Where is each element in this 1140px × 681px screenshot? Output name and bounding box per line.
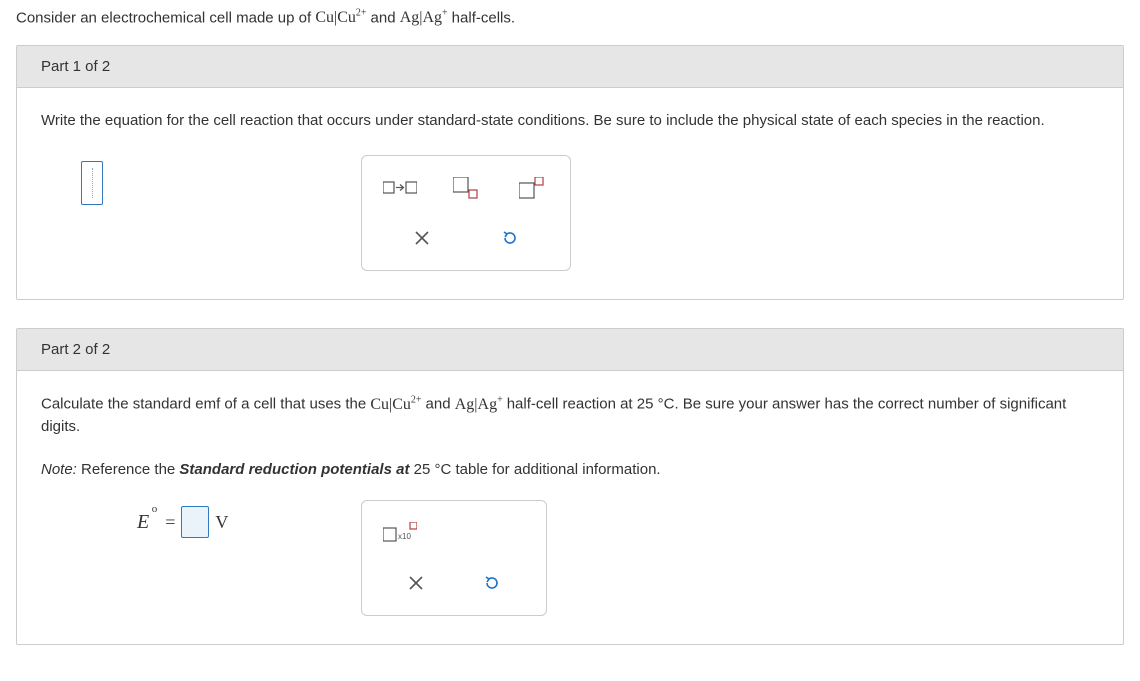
part-1-panel: Part 1 of 2 Write the equation for the c… [16,45,1124,300]
scientific-notation-icon: x10 [383,522,417,544]
subscript-icon [453,177,479,199]
symbol-palette [361,155,571,271]
part-2-answer-area: E o = V [41,500,361,538]
yields-arrow-button[interactable] [378,170,422,206]
intro-halfcell-ag: Ag|Ag+ [400,9,452,26]
equals-sign: = [165,512,175,533]
part-2-answer-row: E o = V x10 [41,500,1099,616]
p2-halfcell-cu: Cu|Cu2+ [370,396,425,413]
part-2-body: Calculate the standard emf of a cell tha… [17,371,1123,644]
emf-input[interactable] [181,506,209,538]
intro-suffix: half-cells. [452,9,515,26]
reset-button[interactable] [472,220,548,256]
emf-variable: E o [137,511,149,534]
part-2-panel: Part 2 of 2 Calculate the standard emf o… [16,328,1124,645]
palette-action-row [378,220,554,256]
clear-button-2[interactable] [378,565,454,601]
part-2-note: Note: Reference the Standard reduction p… [41,461,1099,478]
part-2-header: Part 2 of 2 [17,329,1123,371]
superscript-button[interactable] [510,170,554,206]
symbol-palette-2: x10 [361,500,547,616]
svg-text:x10: x10 [398,532,411,541]
part-1-header: Part 1 of 2 [17,46,1123,88]
close-icon [408,575,424,591]
palette-symbol-row-2: x10 [378,515,530,551]
part-1-answer-area [41,155,361,205]
part-1-answer-row [41,155,1099,271]
emf-unit: V [215,512,228,533]
equation-input[interactable] [81,161,103,205]
question-intro: Consider an electrochemical cell made up… [16,8,1124,27]
part-2-prompt: Calculate the standard emf of a cell tha… [41,393,1099,437]
reset-icon [501,229,519,247]
reset-icon [483,574,501,592]
reset-button-2[interactable] [454,565,530,601]
clear-button[interactable] [384,220,460,256]
superscript-icon [519,177,545,199]
input-cursor [92,168,93,198]
palette-action-row-2 [378,565,530,601]
intro-mid: and [371,9,400,26]
intro-prefix: Consider an electrochemical cell made up… [16,9,315,26]
part-1-body: Write the equation for the cell reaction… [17,88,1123,299]
part-1-prompt: Write the equation for the cell reaction… [41,110,1099,131]
intro-halfcell-cu: Cu|Cu2+ [315,9,370,26]
scientific-notation-button[interactable]: x10 [378,515,422,551]
subscript-button[interactable] [444,170,488,206]
yields-arrow-icon [383,180,417,196]
p2-halfcell-ag: Ag|Ag+ [455,396,507,413]
emf-expression: E o = V [81,506,361,538]
palette-symbol-row [378,170,554,206]
close-icon [414,230,430,246]
